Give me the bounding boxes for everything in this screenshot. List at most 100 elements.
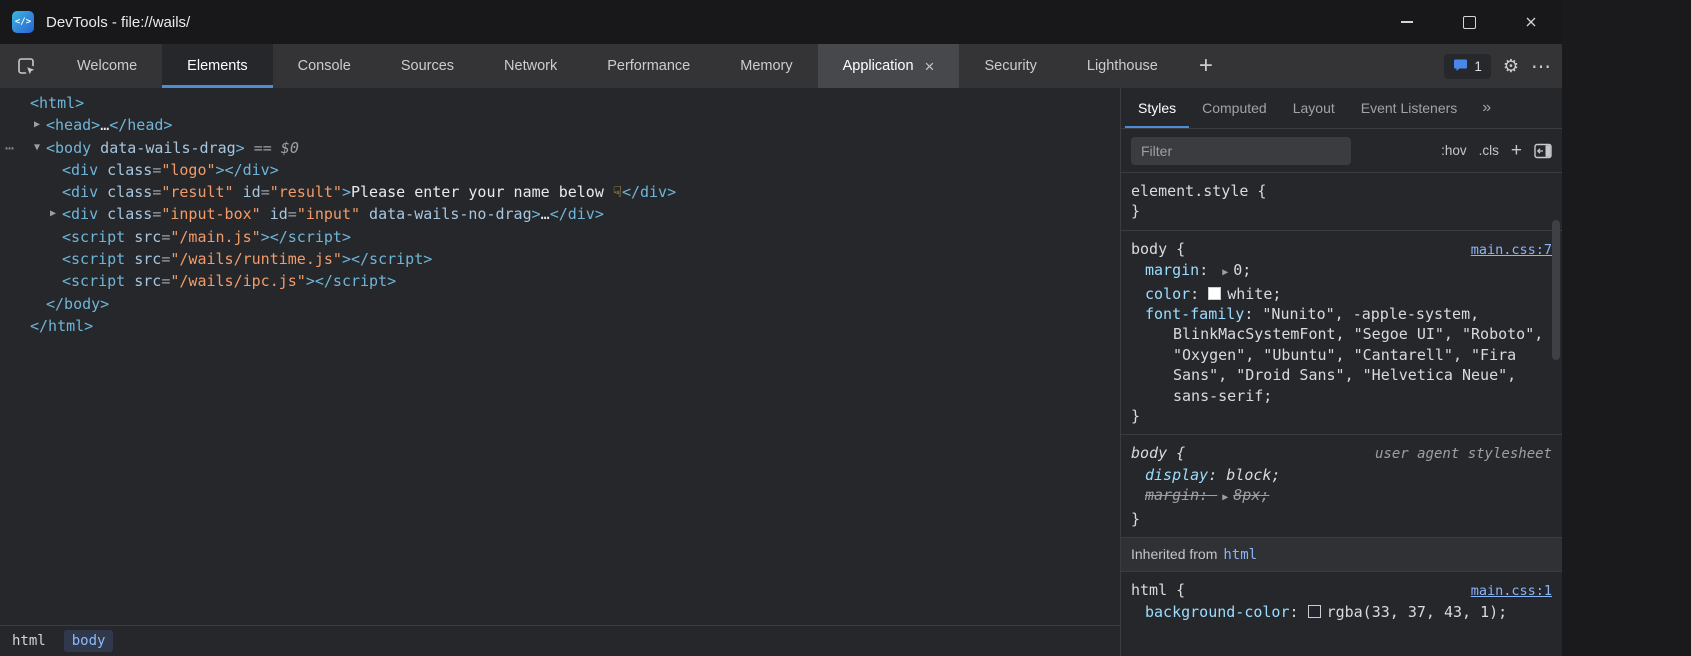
minimize-button[interactable] bbox=[1376, 0, 1438, 44]
dom-tree-node[interactable]: <script src="/main.js"></script> bbox=[0, 226, 1120, 248]
inherited-node-link[interactable]: html bbox=[1223, 547, 1257, 563]
tab-elements[interactable]: Elements bbox=[162, 44, 272, 88]
tab-network[interactable]: Network bbox=[479, 44, 582, 88]
css-property[interactable]: font-family: "Nunito", -apple-system, Bl… bbox=[1121, 304, 1562, 406]
close-icon bbox=[1524, 15, 1538, 29]
more-options-icon[interactable]: ⋯ bbox=[1531, 54, 1552, 79]
css-property[interactable]: margin: ▶8px; bbox=[1121, 485, 1562, 508]
more-tools-button[interactable]: + bbox=[1183, 44, 1229, 88]
css-rule: element.style {} bbox=[1121, 173, 1562, 231]
dom-tree-node[interactable]: ▶<div class="input-box" id="input" data-… bbox=[0, 203, 1120, 225]
toggle-element-state-button[interactable]: :hov bbox=[1441, 143, 1467, 158]
syntax-value: "/wails/ipc.js" bbox=[170, 272, 305, 290]
dock-sidebar-button[interactable] bbox=[1534, 143, 1552, 159]
styles-toolbar: :hov .cls + bbox=[1121, 129, 1562, 173]
rule-selector[interactable]: html { bbox=[1131, 580, 1185, 600]
css-property[interactable]: display: block; bbox=[1121, 465, 1562, 485]
close-button[interactable] bbox=[1500, 0, 1562, 44]
inspect-element-button[interactable] bbox=[0, 44, 52, 88]
rule-selector-line: element.style { bbox=[1121, 181, 1562, 201]
color-swatch[interactable] bbox=[1208, 287, 1221, 300]
rule-close-brace: } bbox=[1121, 406, 1562, 426]
expand-arrow-icon[interactable]: ▶ bbox=[30, 114, 44, 136]
dom-tree-node[interactable]: <div class="result" id="result">Please e… bbox=[0, 181, 1120, 203]
filter-input[interactable] bbox=[1131, 137, 1351, 165]
syntax-tag: ></script> bbox=[261, 228, 351, 246]
syntax-value: "input" bbox=[297, 205, 360, 223]
syntax-attr: class bbox=[98, 183, 152, 201]
tab-event-listeners[interactable]: Event Listeners bbox=[1348, 88, 1471, 128]
tab-memory[interactable]: Memory bbox=[715, 44, 817, 88]
scrollbar-thumb[interactable] bbox=[1552, 220, 1560, 360]
breadcrumb-html[interactable]: html bbox=[12, 633, 46, 649]
tab-console[interactable]: Console bbox=[273, 44, 376, 88]
tab-welcome[interactable]: Welcome bbox=[52, 44, 162, 88]
dom-tree-node[interactable]: </body> bbox=[0, 293, 1120, 315]
breadcrumb: html body bbox=[0, 625, 1120, 656]
expand-arrow-icon[interactable]: ▶ bbox=[46, 203, 60, 225]
dom-tree-node[interactable]: <div class="logo"></div> bbox=[0, 159, 1120, 181]
syntax-tag: </head> bbox=[109, 116, 172, 134]
tab-label: Network bbox=[504, 58, 557, 74]
color-swatch[interactable] bbox=[1308, 605, 1321, 618]
tab-layout[interactable]: Layout bbox=[1280, 88, 1348, 128]
syntax-tag: <script bbox=[62, 272, 125, 290]
syntax-attr: class bbox=[98, 161, 152, 179]
tab-computed[interactable]: Computed bbox=[1189, 88, 1280, 128]
css-property[interactable]: background-color: rgba(33, 37, 43, 1); bbox=[1121, 602, 1562, 622]
rule-selector[interactable]: body { bbox=[1131, 443, 1185, 463]
css-rule: body { user agent stylesheetdisplay: bloc… bbox=[1121, 435, 1562, 538]
issues-counter[interactable]: 1 bbox=[1444, 54, 1491, 79]
tab-label: Application bbox=[843, 58, 914, 74]
syntax-punct: = bbox=[288, 205, 297, 223]
tab-lighthouse[interactable]: Lighthouse bbox=[1062, 44, 1183, 88]
syntax-attr: src bbox=[125, 250, 161, 268]
stylesheet-origin-label: user agent stylesheet bbox=[1375, 444, 1552, 464]
css-property-value: white; bbox=[1227, 285, 1281, 303]
stylesheet-link[interactable]: main.css:7 bbox=[1471, 240, 1552, 260]
maximize-button[interactable] bbox=[1438, 0, 1500, 44]
syntax-tag: <script bbox=[62, 250, 125, 268]
tab-security[interactable]: Security bbox=[959, 44, 1061, 88]
dom-tree-node[interactable]: <script src="/wails/runtime.js"></script… bbox=[0, 248, 1120, 270]
rule-close-brace: } bbox=[1121, 201, 1562, 221]
css-property[interactable]: margin: ▶0; bbox=[1121, 260, 1562, 283]
tab-styles[interactable]: Styles bbox=[1125, 88, 1189, 128]
rule-selector[interactable]: body { bbox=[1131, 239, 1185, 259]
new-style-rule-button[interactable]: + bbox=[1511, 140, 1522, 162]
tab-bar-right-controls: 1 ⚙ ⋯ bbox=[1444, 44, 1562, 88]
element-classes-button[interactable]: .cls bbox=[1479, 143, 1499, 158]
stylesheet-link[interactable]: main.css:1 bbox=[1471, 581, 1552, 601]
dom-tree-node[interactable]: ⋯▼<body data-wails-drag> == $0 bbox=[0, 137, 1120, 159]
settings-gear-icon[interactable]: ⚙ bbox=[1503, 56, 1519, 77]
css-property[interactable]: color: white; bbox=[1121, 284, 1562, 304]
collapse-arrow-icon[interactable]: ▼ bbox=[30, 137, 44, 159]
tab-performance[interactable]: Performance bbox=[582, 44, 715, 88]
dom-tree-node[interactable]: <html> bbox=[0, 92, 1120, 114]
tool-tab-bar: WelcomeElementsConsoleSources Network Perf… bbox=[0, 44, 1562, 88]
rule-selector-line: body { main.css:7 bbox=[1121, 239, 1562, 260]
rule-close-brace: } bbox=[1121, 509, 1562, 529]
dom-tree-node[interactable]: <script src="/wails/ipc.js"></script> bbox=[0, 270, 1120, 292]
syntax-tag: > bbox=[532, 205, 541, 223]
close-tab-icon[interactable]: × bbox=[925, 58, 935, 75]
tool-tabs: WelcomeElementsConsoleSources Network Perf… bbox=[52, 44, 1183, 88]
css-property-name: background-color bbox=[1145, 603, 1290, 621]
expand-arrow-icon[interactable]: ▶ bbox=[1222, 488, 1228, 508]
tab-label: Performance bbox=[607, 58, 690, 74]
dom-tree-node[interactable]: </html> bbox=[0, 315, 1120, 337]
syntax-tag: ></div> bbox=[216, 161, 279, 179]
css-property-name: margin bbox=[1145, 261, 1199, 279]
expand-arrow-icon[interactable]: ▶ bbox=[1222, 263, 1228, 283]
css-property-name: margin bbox=[1145, 486, 1199, 504]
rule-selector[interactable]: element.style { bbox=[1131, 181, 1266, 201]
tab-label: Lighthouse bbox=[1087, 58, 1158, 74]
tab-application[interactable]: Application × bbox=[818, 44, 960, 88]
css-colon: : bbox=[1208, 466, 1226, 484]
node-menu-icon[interactable]: ⋯ bbox=[5, 137, 15, 159]
syntax-tag: <script bbox=[62, 228, 125, 246]
overflow-tabs-icon[interactable]: » bbox=[1476, 99, 1497, 117]
tab-sources[interactable]: Sources bbox=[376, 44, 479, 88]
dom-tree-node[interactable]: ▶<head>…</head> bbox=[0, 114, 1120, 136]
breadcrumb-body[interactable]: body bbox=[64, 630, 114, 652]
